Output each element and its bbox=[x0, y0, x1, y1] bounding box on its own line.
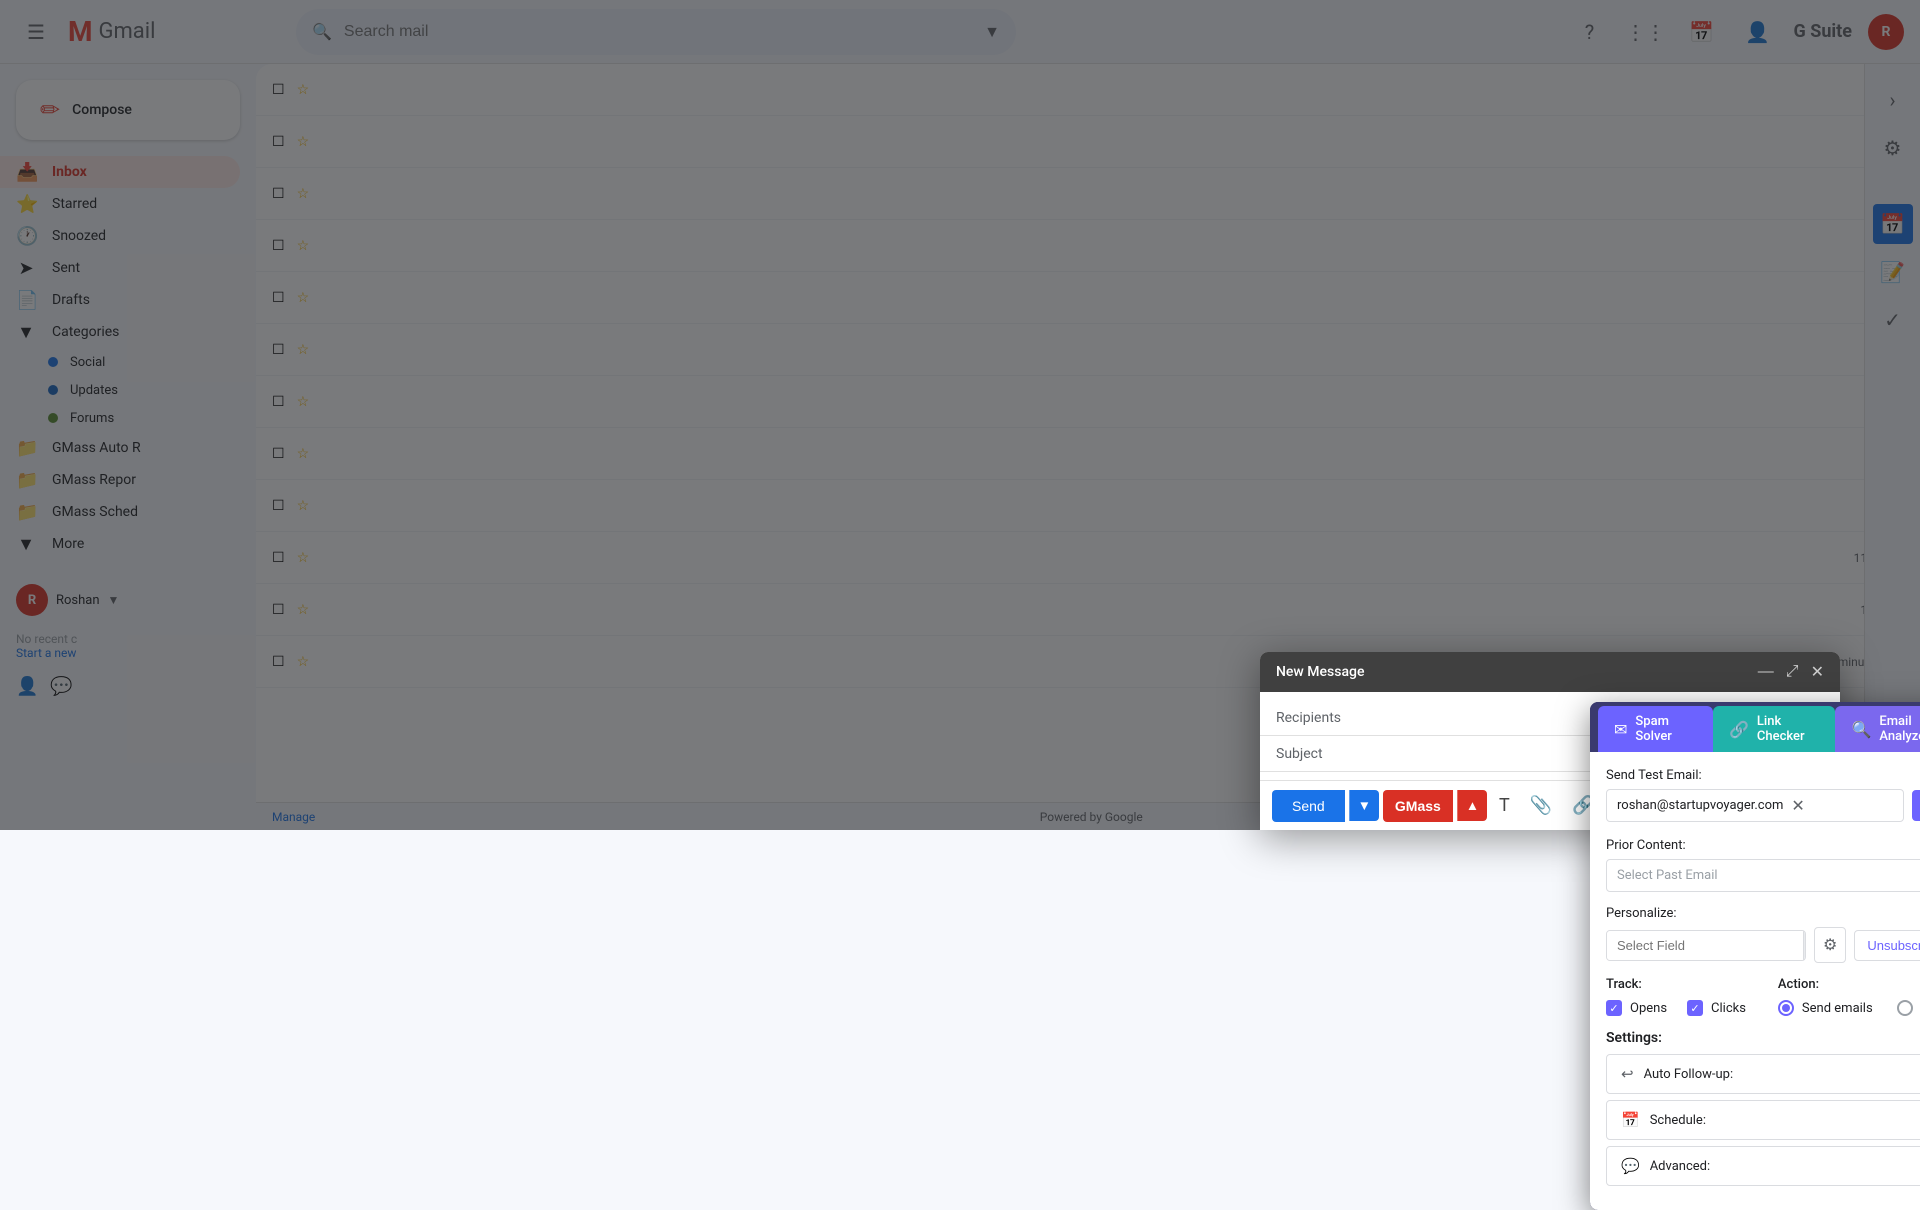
advanced-item[interactable]: 💬 Advanced: ▼ bbox=[1606, 1146, 1920, 1186]
unsubscribe-label: Unsubscribe Link bbox=[1867, 938, 1920, 953]
prior-content-section: Prior Content: Select Past Email ▼ bbox=[1606, 838, 1920, 892]
track-action-row: Track: ✓ Opens ✓ Clicks Action: Send ema… bbox=[1606, 977, 1920, 1016]
test-email-clear-icon[interactable]: ✕ bbox=[1791, 796, 1804, 815]
opens-checkbox[interactable]: ✓ bbox=[1606, 1000, 1622, 1016]
personalize-label: Personalize: bbox=[1606, 906, 1920, 921]
personalize-settings-button[interactable]: ⚙ bbox=[1814, 927, 1846, 963]
tab-email-analyzer[interactable]: 🔍 Email Analyzer bbox=[1835, 706, 1920, 752]
send-test-email-button[interactable]: Send Test Email bbox=[1912, 790, 1920, 821]
gmail-background: ☰ M Gmail 🔍 ▼ ? ⋮⋮ 📅 👤 G Suite R ✏ Compo… bbox=[0, 0, 1920, 830]
send-test-label: Send Test Email: bbox=[1606, 768, 1920, 783]
schedule-label: Schedule: bbox=[1650, 1113, 1920, 1128]
unsubscribe-link-button[interactable]: Unsubscribe Link bbox=[1854, 930, 1920, 961]
tab-link-checker[interactable]: 🔗 Link Checker bbox=[1713, 706, 1835, 752]
attach-file-icon[interactable]: 📎 bbox=[1522, 789, 1560, 822]
send-dropdown-button[interactable]: ▼ bbox=[1349, 790, 1379, 821]
settings-gear-icon: ⚙ bbox=[1823, 935, 1837, 955]
auto-followup-item[interactable]: ↩ Auto Follow-up: ▼ bbox=[1606, 1054, 1920, 1094]
select-past-email-placeholder: Select Past Email bbox=[1617, 868, 1920, 883]
format-text-icon[interactable]: T bbox=[1491, 789, 1518, 822]
clicks-checkbox[interactable]: ✓ bbox=[1687, 1000, 1703, 1016]
auto-followup-icon: ↩ bbox=[1621, 1065, 1634, 1083]
clicks-label: Clicks bbox=[1711, 1001, 1746, 1016]
action-label: Action: bbox=[1778, 977, 1920, 992]
opens-label: Opens bbox=[1630, 1001, 1667, 1016]
gmass-dropdown-button[interactable]: ▲ bbox=[1457, 790, 1487, 821]
select-field-wrap[interactable]: ▼ bbox=[1606, 930, 1806, 961]
compose-minimize-button[interactable]: — bbox=[1758, 663, 1774, 681]
compose-title: New Message bbox=[1276, 664, 1758, 680]
send-emails-radio-row: Send emails Create Drafts bbox=[1778, 1000, 1920, 1016]
send-emails-label: Send emails bbox=[1802, 1001, 1873, 1016]
compose-close-button[interactable]: ✕ bbox=[1811, 662, 1824, 682]
tab-spam-solver[interactable]: ✉ Spam Solver bbox=[1598, 706, 1713, 752]
action-column: Action: Send emails Create Drafts bbox=[1778, 977, 1920, 1016]
gmass-button[interactable]: GMass bbox=[1383, 790, 1453, 822]
settings-title: Settings: bbox=[1606, 1030, 1920, 1046]
gmass-popup: ✉ Spam Solver 🔗 Link Checker 🔍 Email Ana… bbox=[1590, 702, 1920, 1210]
email-analyzer-icon: 🔍 bbox=[1851, 720, 1871, 739]
select-past-email-dropdown[interactable]: Select Past Email ▼ bbox=[1606, 859, 1920, 892]
tab-spam-solver-label: Spam Solver bbox=[1635, 714, 1697, 744]
tab-email-analyzer-label: Email Analyzer bbox=[1879, 714, 1920, 744]
auto-followup-label: Auto Follow-up: bbox=[1644, 1067, 1920, 1082]
settings-section: Settings: ↩ Auto Follow-up: ▼ 📅 Schedule… bbox=[1606, 1030, 1920, 1186]
gmass-tabs: ✉ Spam Solver 🔗 Link Checker 🔍 Email Ana… bbox=[1590, 702, 1920, 752]
send-emails-radio[interactable] bbox=[1778, 1000, 1794, 1016]
create-drafts-radio[interactable] bbox=[1897, 1000, 1913, 1016]
select-field-input[interactable] bbox=[1607, 931, 1803, 960]
compose-header: New Message — ⤢ ✕ bbox=[1260, 652, 1840, 692]
schedule-item[interactable]: 📅 Schedule: ▼ bbox=[1606, 1100, 1920, 1140]
recipients-label: Recipients bbox=[1276, 710, 1341, 726]
personalize-section: Personalize: ▼ ⚙ Unsubscribe Link bbox=[1606, 906, 1920, 963]
advanced-label: Advanced: bbox=[1650, 1159, 1920, 1174]
send-button[interactable]: Send bbox=[1272, 790, 1345, 822]
spam-solver-icon: ✉ bbox=[1614, 720, 1627, 739]
select-field-arrow[interactable]: ▼ bbox=[1803, 931, 1806, 960]
test-email-value: roshan@startupvoyager.com bbox=[1617, 798, 1783, 813]
subject-label: Subject bbox=[1276, 746, 1336, 762]
track-column: Track: ✓ Opens ✓ Clicks bbox=[1606, 977, 1746, 1016]
link-checker-icon: 🔗 bbox=[1729, 720, 1749, 739]
test-email-input-wrap[interactable]: roshan@startupvoyager.com ✕ bbox=[1606, 789, 1904, 822]
compose-header-actions: — ⤢ ✕ bbox=[1758, 662, 1824, 682]
compose-maximize-button[interactable]: ⤢ bbox=[1786, 663, 1799, 681]
schedule-icon: 📅 bbox=[1621, 1111, 1640, 1129]
tab-link-checker-label: Link Checker bbox=[1757, 714, 1820, 744]
compose-window: New Message — ⤢ ✕ Recipients Subject ✉ S… bbox=[1260, 652, 1840, 830]
advanced-icon: 💬 bbox=[1621, 1157, 1640, 1175]
personalize-row: ▼ ⚙ Unsubscribe Link ⎘ bbox=[1606, 927, 1920, 963]
track-label: Track: bbox=[1606, 977, 1746, 992]
prior-content-label: Prior Content: bbox=[1606, 838, 1920, 853]
gmass-content: Send Test Email: roshan@startupvoyager.c… bbox=[1590, 752, 1920, 1210]
test-email-row: roshan@startupvoyager.com ✕ Send Test Em… bbox=[1606, 789, 1920, 822]
opens-checkbox-row: ✓ Opens ✓ Clicks bbox=[1606, 1000, 1746, 1016]
